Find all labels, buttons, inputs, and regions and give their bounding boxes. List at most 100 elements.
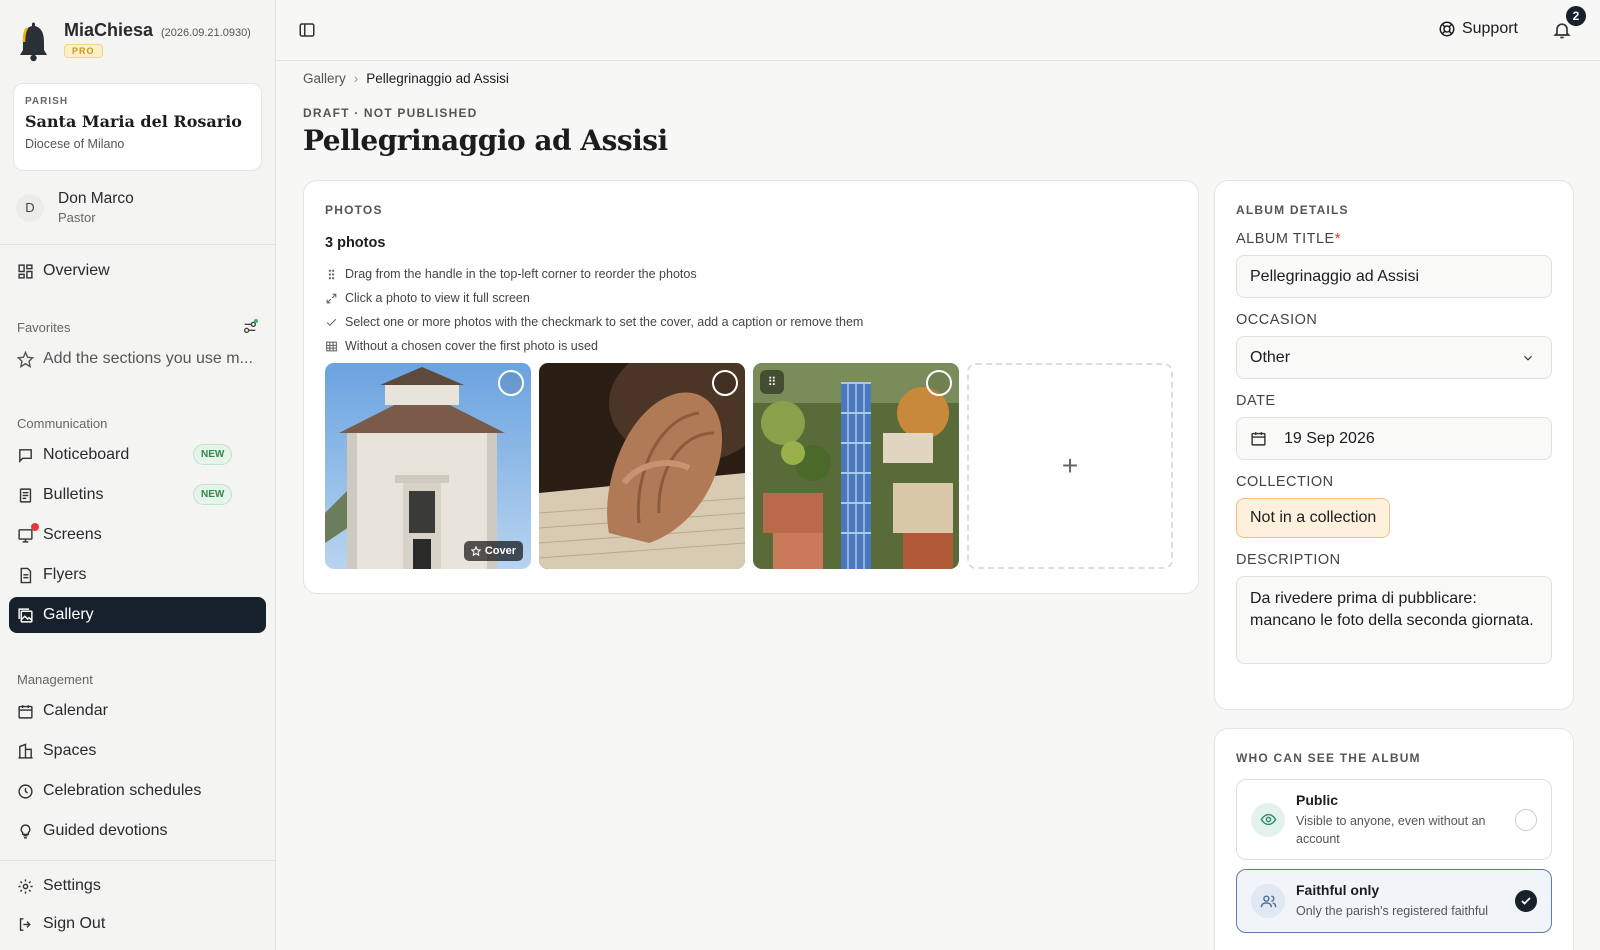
photo-tile-aerial-town[interactable]: ⠿ [753,363,959,569]
tip-cover: Without a chosen cover the first photo i… [325,334,1177,358]
sidebar-item-sign-out[interactable]: Sign Out [9,906,266,942]
occasion-select[interactable]: Other [1236,336,1552,379]
sign-out-icon [19,917,31,931]
pro-badge: PRO [64,44,103,58]
visibility-option-public[interactable]: Public Visible to anyone, even without a… [1236,779,1552,860]
tip-fullscreen: Click a photo to view it full screen [325,286,1177,310]
sidebar: MiaChiesa (2026.09.21.0930) PRO PARISH S… [0,0,276,950]
communication-section-label: Communication [17,415,108,431]
sidebar-item-screens[interactable]: Screens [9,517,266,553]
description-textarea[interactable]: Da rivedere prima di pubblicare: mancano… [1236,576,1552,664]
date-picker[interactable]: 19 Sep 2026 [1236,417,1552,460]
sidebar-item-guided-devotions[interactable]: Guided devotions [9,813,266,849]
sidebar-footer: Settings Sign Out [0,860,275,944]
occasion-label: OCCASION [1236,312,1318,328]
sidebar-item-calendar[interactable]: Calendar [9,693,266,729]
sidebar-item-spaces[interactable]: Spaces [9,733,266,769]
favorites-placeholder[interactable]: Add the sections you use m... [9,341,266,377]
lightbulb-icon [20,823,31,839]
breadcrumb: Gallery › Pellegrinaggio ad Assisi [303,71,509,86]
album-title-input[interactable]: Pellegrinaggio ad Assisi [1236,255,1552,298]
bulletin-icon [19,487,32,503]
sidebar-item-settings[interactable]: Settings [9,868,266,904]
drag-handle[interactable]: ⠿ [760,370,784,394]
noticeboard-icon [19,448,32,463]
calendar-icon [1251,432,1266,446]
chevron-down-icon [1524,355,1532,361]
photo-grid: Cover ⠿ + [325,363,1177,569]
add-photo-button[interactable]: + [967,363,1173,569]
sidebar-item-overview[interactable]: Overview [9,253,266,289]
select-checkbox[interactable] [498,370,524,396]
album-details-kicker: ALBUM DETAILS [1236,203,1349,217]
sidebar-item-bulletins[interactable]: Bulletins NEW [9,477,266,513]
collection-label: COLLECTION [1236,474,1334,490]
praying-hands-photo [539,363,745,569]
favorites-section-label: Favorites [0,315,275,339]
visibility-kicker: WHO CAN SEE THE ALBUM [1236,751,1421,765]
table-grid-icon [326,341,337,351]
user-profile[interactable]: D Don Marco Pastor [0,171,275,245]
select-checkbox[interactable] [712,370,738,396]
visibility-option-faithful[interactable]: Faithful only Only the parish's register… [1236,869,1552,933]
parish-diocese: Diocese of Milano [25,137,125,151]
management-section-label: Management [17,671,93,687]
topbar: Support 2 [276,0,1600,61]
user-name: Don Marco [58,190,134,207]
photo-tile-praying-hands[interactable] [539,363,745,569]
aerial-town-photo [753,363,959,569]
bell-logo-icon [20,22,47,62]
select-checkbox[interactable] [926,370,952,396]
option-subtitle: Visible to anyone, even without an accou… [1296,813,1486,846]
checkmark-icon [1521,897,1531,905]
expand-icon [326,293,337,303]
sidebar-item-flyers[interactable]: Flyers [9,557,266,593]
parish-card[interactable]: PARISH Santa Maria del Rosario Diocese o… [13,83,262,171]
album-details-card: ALBUM DETAILS ALBUM TITLE* Pellegrinaggi… [1214,180,1574,710]
radio-button[interactable] [1515,808,1537,831]
photo-tips: Drag from the handle in the top-left cor… [325,262,1177,358]
calendar-icon [18,704,33,719]
drag-handle-icon [328,269,335,279]
breadcrumb-current: Pellegrinaggio ad Assisi [366,71,509,86]
sidebar-toggle-icon[interactable] [298,21,316,39]
edit-favorites-icon[interactable] [242,319,258,335]
grid-icon [18,263,33,279]
breadcrumb-gallery-link[interactable]: Gallery [303,71,346,86]
photos-card: PHOTOS 3 photos Drag from the handle in … [303,180,1199,594]
option-title: Faithful only [1296,882,1380,898]
visibility-card: WHO CAN SEE THE ALBUM Public Visible to … [1214,728,1574,950]
star-icon [17,350,34,368]
radio-button-checked[interactable] [1515,890,1537,912]
chapel-photo [325,363,531,569]
photo-tile-chapel[interactable]: Cover [325,363,531,569]
star-icon [470,546,481,556]
parish-name: Santa Maria del Rosario [25,112,242,131]
flyer-icon [20,567,32,583]
building-icon [18,742,33,759]
publish-status: DRAFT · NOT PUBLISHED [303,106,478,120]
sidebar-item-gallery[interactable]: Gallery [9,597,266,633]
sidebar-item-label: Overview [43,262,110,279]
gear-icon [18,878,33,894]
support-button[interactable]: Support [1438,20,1518,38]
sidebar-item-noticeboard[interactable]: Noticeboard NEW [9,437,266,473]
avatar: D [16,193,44,222]
option-title: Public [1296,791,1339,808]
brand-header: MiaChiesa (2026.09.21.0930) PRO [0,0,275,83]
gallery-icon [18,607,33,623]
user-role: Pastor [58,210,96,225]
lifebuoy-icon [1439,21,1455,37]
alert-dot [31,523,39,531]
clock-icon [18,783,33,799]
main-content: Support 2 Gallery › Pellegrinaggio ad As… [276,0,1600,950]
page-title: Pellegrinaggio ad Assisi [303,124,668,157]
option-subtitle: Only the parish's registered faithful [1296,904,1489,918]
app-name: MiaChiesa [64,20,154,40]
chevron-right-icon: › [353,71,359,86]
parish-kicker: PARISH [25,96,69,107]
photos-kicker: PHOTOS [325,203,383,217]
album-title-label: ALBUM TITLE* [1236,231,1341,247]
collection-selector[interactable]: Not in a collection [1236,498,1391,538]
sidebar-item-celebration-schedules[interactable]: Celebration schedules [9,773,266,809]
